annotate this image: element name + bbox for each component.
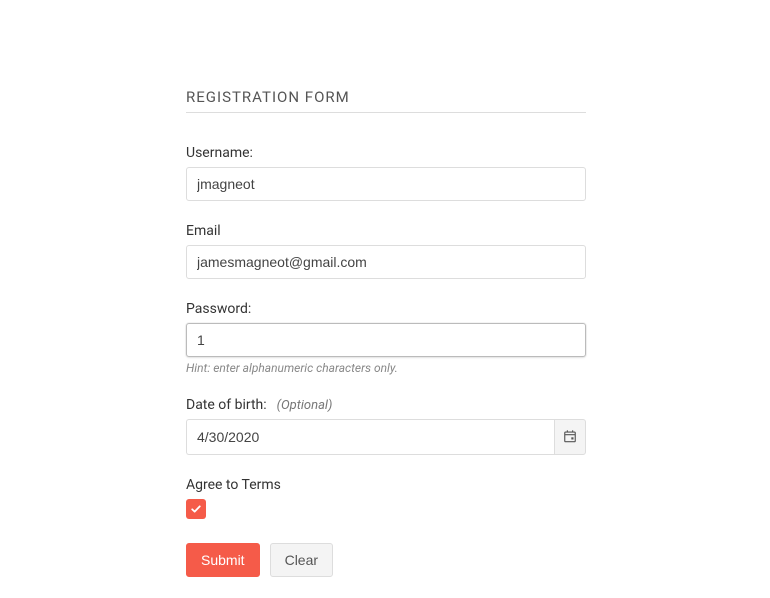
password-field-group: Password: Hint: enter alphanumeric chara… bbox=[186, 301, 586, 375]
password-input[interactable] bbox=[186, 323, 586, 357]
calendar-icon bbox=[563, 429, 577, 446]
password-label: Password: bbox=[186, 301, 586, 317]
password-hint: Hint: enter alphanumeric characters only… bbox=[186, 361, 586, 375]
terms-label: Agree to Terms bbox=[186, 477, 586, 493]
dob-input-wrapper bbox=[186, 419, 586, 455]
email-label: Email bbox=[186, 223, 586, 239]
dob-field-group: Date of birth: (Optional) bbox=[186, 397, 586, 455]
email-input[interactable] bbox=[186, 245, 586, 279]
username-input[interactable] bbox=[186, 167, 586, 201]
dob-label: Date of birth: bbox=[186, 397, 267, 413]
buttons-row: Submit Clear bbox=[186, 543, 586, 577]
dob-optional-tag: (Optional) bbox=[277, 398, 333, 413]
form-title: REGISTRATION FORM bbox=[186, 88, 586, 113]
submit-button[interactable]: Submit bbox=[186, 543, 260, 577]
dob-input[interactable] bbox=[186, 419, 554, 455]
username-label: Username: bbox=[186, 145, 586, 161]
terms-checkbox[interactable] bbox=[186, 499, 206, 519]
terms-field-group: Agree to Terms bbox=[186, 477, 586, 519]
username-field-group: Username: bbox=[186, 145, 586, 201]
check-icon bbox=[190, 500, 202, 519]
email-field-group: Email bbox=[186, 223, 586, 279]
clear-button[interactable]: Clear bbox=[270, 543, 333, 577]
registration-form: REGISTRATION FORM Username: Email Passwo… bbox=[186, 88, 586, 577]
calendar-button[interactable] bbox=[554, 419, 586, 455]
dob-label-row: Date of birth: (Optional) bbox=[186, 397, 586, 413]
